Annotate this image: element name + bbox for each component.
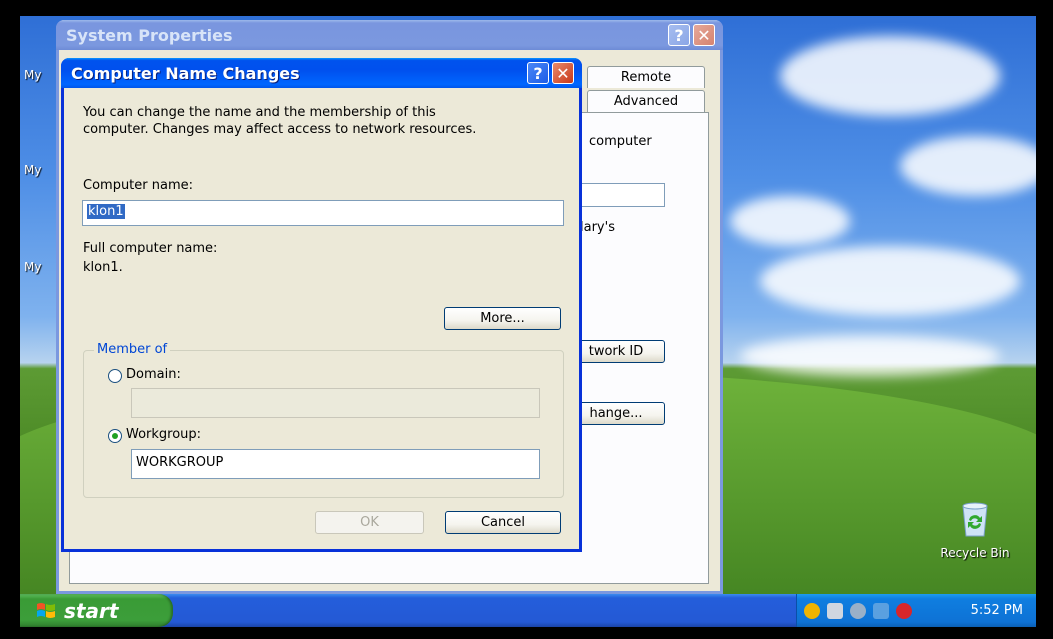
security-alert-icon[interactable] <box>896 602 912 619</box>
system-tray: 5:52 PM <box>796 594 1036 627</box>
domain-label: Domain: <box>126 367 181 382</box>
start-button[interactable]: start <box>20 594 173 627</box>
tab-remote[interactable]: Remote <box>587 66 705 88</box>
tab-advanced[interactable]: Advanced <box>587 90 705 112</box>
cloud <box>900 136 1036 196</box>
workgroup-label: Workgroup: <box>126 427 202 442</box>
workgroup-input[interactable]: WORKGROUP <box>131 449 540 479</box>
system-properties-titlebar[interactable]: System Properties ? ✕ <box>56 20 723 50</box>
domain-radio[interactable] <box>108 369 122 383</box>
cloud <box>740 336 1000 376</box>
cancel-button[interactable]: Cancel <box>445 511 561 534</box>
taskbar: start 5:52 PM <box>20 594 1036 627</box>
close-button[interactable]: ✕ <box>693 24 715 46</box>
close-icon: ✕ <box>556 63 570 83</box>
start-label: start <box>64 598 119 623</box>
desktop-icon-label[interactable]: My <box>24 260 41 274</box>
domain-input[interactable] <box>131 388 540 418</box>
question-mark-icon: ? <box>674 25 684 45</box>
help-button[interactable]: ? <box>527 62 549 84</box>
help-button[interactable]: ? <box>668 24 690 46</box>
cloud <box>780 36 1000 116</box>
computer-name-value: klon1 <box>87 204 125 219</box>
cloud <box>760 246 1020 316</box>
computer-name-label: Computer name: <box>83 178 194 193</box>
member-of-groupbox: Member of Domain: Workgroup: WORKGROUP <box>83 342 564 498</box>
window-title: System Properties <box>66 25 233 45</box>
cloud <box>730 196 850 246</box>
recycle-bin-icon <box>962 502 988 537</box>
dialog-title: Computer Name Changes <box>71 63 300 83</box>
description-line-1: You can change the name and the membersh… <box>83 105 436 120</box>
owner-text-fragment: lary's <box>580 220 615 235</box>
desktop-icon-label[interactable]: My <box>24 163 41 177</box>
windows-flag-icon <box>37 602 55 618</box>
volume-icon[interactable] <box>850 602 866 619</box>
shield-alert-icon[interactable] <box>804 602 820 619</box>
recycle-bin-label: Recycle Bin <box>940 546 1010 560</box>
computer-name-changes-titlebar[interactable]: Computer Name Changes ? ✕ <box>61 58 582 88</box>
more-button[interactable]: More... <box>444 307 561 330</box>
workgroup-radio[interactable] <box>108 429 122 443</box>
desktop-icon-label[interactable]: My <box>24 68 41 82</box>
close-button[interactable]: ✕ <box>552 62 574 84</box>
computer-description-input[interactable] <box>569 183 665 207</box>
member-of-title: Member of <box>94 342 171 357</box>
screen: My My My Recycle Bin System Properties ?… <box>20 16 1036 627</box>
description-line-2: computer. Changes may affect access to n… <box>83 122 477 137</box>
computer-name-changes-dialog: Computer Name Changes ? ✕ You can change… <box>61 58 582 552</box>
recycle-bin[interactable]: Recycle Bin <box>930 500 1020 560</box>
clock[interactable]: 5:52 PM <box>971 603 1023 618</box>
ok-button[interactable]: OK <box>315 511 424 534</box>
computer-description-fragment: computer <box>589 134 652 149</box>
question-mark-icon: ? <box>533 63 543 83</box>
vmware-icon[interactable] <box>827 602 843 619</box>
full-computer-name-label: Full computer name: <box>83 241 218 256</box>
network-icon[interactable] <box>873 602 889 619</box>
computer-name-input[interactable]: klon1 <box>82 200 564 226</box>
full-computer-name-value: klon1. <box>83 260 123 275</box>
close-icon: ✕ <box>697 25 711 45</box>
